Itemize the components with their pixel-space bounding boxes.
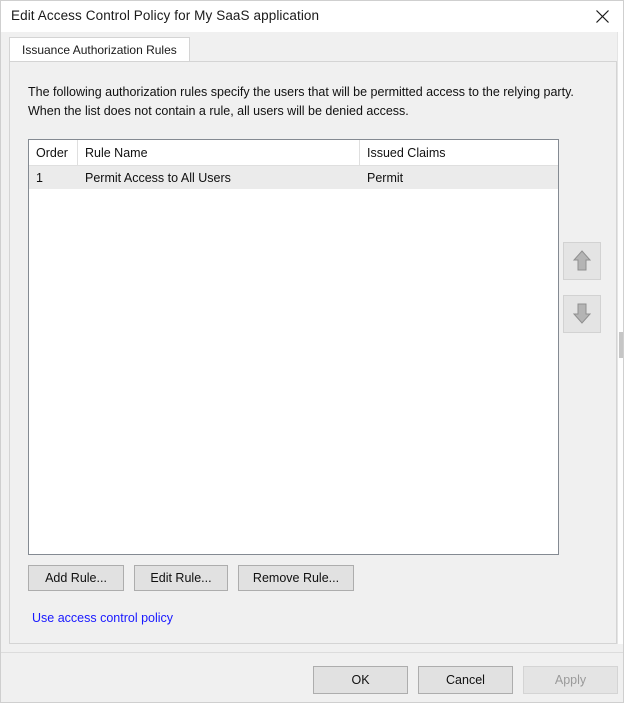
arrow-down-icon — [571, 302, 593, 326]
close-button[interactable] — [580, 1, 623, 31]
table-row[interactable]: 1 Permit Access to All Users Permit — [29, 166, 558, 189]
cell-order: 1 — [36, 170, 43, 185]
rules-list-view[interactable]: Order Rule Name Issued Claims 1 Permit A… — [28, 139, 559, 555]
ok-button[interactable]: OK — [313, 666, 408, 694]
tab-label: Issuance Authorization Rules — [22, 43, 177, 57]
window-scrollbar[interactable] — [617, 32, 623, 644]
use-access-control-policy-link[interactable]: Use access control policy — [32, 611, 173, 625]
apply-label: Apply — [554, 673, 587, 687]
cell-issued-claims: Permit — [367, 170, 404, 185]
list-header-row: Order Rule Name Issued Claims — [29, 140, 558, 166]
column-header-rule-name[interactable]: Rule Name — [78, 140, 360, 165]
window-title: Edit Access Control Policy for My SaaS a… — [11, 8, 320, 23]
edit-rule-button[interactable]: Edit Rule... — [134, 565, 228, 591]
cell-rule-name: Permit Access to All Users — [85, 170, 231, 185]
column-header-issued-claims[interactable]: Issued Claims — [360, 140, 558, 165]
apply-button: Apply — [523, 666, 618, 694]
move-down-button[interactable] — [563, 295, 601, 333]
add-rule-label: Add Rule... — [45, 571, 107, 585]
add-rule-button[interactable]: Add Rule... — [28, 565, 124, 591]
title-bar: Edit Access Control Policy for My SaaS a… — [1, 1, 623, 33]
tab-content-panel: The following authorization rules specif… — [9, 61, 617, 644]
cancel-label: Cancel — [446, 673, 485, 687]
move-up-button[interactable] — [563, 242, 601, 280]
description-text: The following authorization rules specif… — [28, 85, 574, 118]
column-header-order[interactable]: Order — [29, 140, 78, 165]
window-scrollbar-thumb[interactable] — [619, 332, 623, 358]
edit-rule-label: Edit Rule... — [150, 571, 212, 585]
close-icon — [595, 9, 610, 24]
cancel-button[interactable]: Cancel — [418, 666, 513, 694]
remove-rule-button[interactable]: Remove Rule... — [238, 565, 354, 591]
footer-separator — [1, 652, 623, 653]
ok-label: OK — [351, 673, 370, 687]
edit-access-control-policy-dialog: Edit Access Control Policy for My SaaS a… — [0, 0, 624, 703]
tab-strip: Issuance Authorization Rules — [1, 32, 623, 62]
remove-rule-label: Remove Rule... — [252, 571, 340, 585]
tab-issuance-authorization-rules[interactable]: Issuance Authorization Rules — [9, 37, 190, 62]
arrow-up-icon — [571, 249, 593, 273]
